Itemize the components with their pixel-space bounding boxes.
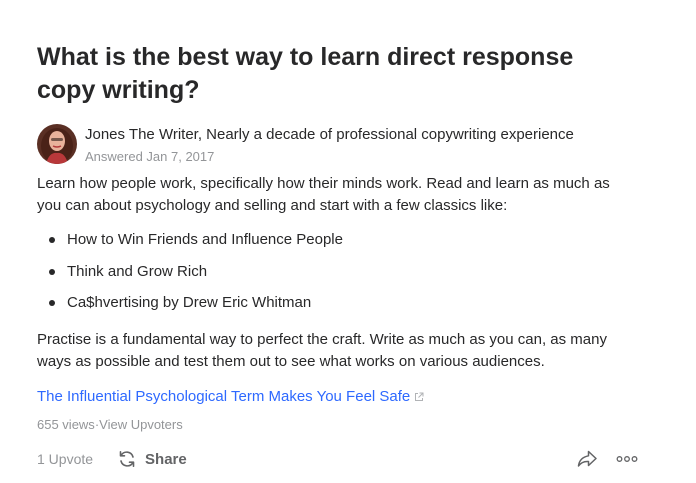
list-item-text: How to Win Friends and Influence People xyxy=(67,231,343,248)
forward-arrow-icon[interactable] xyxy=(576,449,598,469)
share-button[interactable]: Share xyxy=(117,449,187,469)
author-header: Jones The Writer, Nearly a decade of pro… xyxy=(37,124,574,166)
answer-page: What is the best way to learn direct res… xyxy=(0,0,696,483)
related-link[interactable]: The Influential Psychological Term Makes… xyxy=(37,386,424,408)
answered-date[interactable]: Answered Jan 7, 2017 xyxy=(85,148,574,165)
list-item-text: Ca$hvertising by Drew Eric Whitman xyxy=(67,294,312,311)
bullet-icon xyxy=(49,237,55,243)
answer-closing: Practise is a fundamental way to perfect… xyxy=(37,331,607,370)
list-item: Think and Grow Rich xyxy=(37,261,637,293)
view-upvoters-link[interactable]: View Upvoters xyxy=(99,416,183,434)
answer-stats: 655 views · View Upvoters xyxy=(37,416,183,434)
avatar-image xyxy=(37,124,77,164)
external-link-icon xyxy=(414,392,424,402)
book-list: How to Win Friends and Influence People … xyxy=(37,229,637,324)
list-item-text: Think and Grow Rich xyxy=(67,262,208,280)
share-label: Share xyxy=(145,450,187,468)
list-item: How to Win Friends and Influence People xyxy=(37,229,637,261)
more-dots-icon[interactable] xyxy=(616,455,638,463)
author-text: Jones The Writer, Nearly a decade of pro… xyxy=(85,126,574,165)
share-arrows-icon xyxy=(117,449,137,469)
avatar[interactable] xyxy=(37,124,77,164)
bullet-icon xyxy=(49,268,55,275)
answer-intro: Learn how people work, specifically how … xyxy=(37,175,610,214)
related-link-text[interactable]: The Influential Psychological Term Makes… xyxy=(37,386,410,408)
view-count: 655 views xyxy=(37,417,95,432)
upvote-button[interactable]: 1 Upvote xyxy=(37,451,93,467)
list-item: Ca$hvertising by Drew Eric Whitman xyxy=(37,292,637,324)
author-credential[interactable]: Jones The Writer, Nearly a decade of pro… xyxy=(85,126,574,144)
bullet-icon xyxy=(49,300,55,306)
action-bar: 1 Upvote Share xyxy=(37,447,638,471)
question-title[interactable]: What is the best way to learn direct res… xyxy=(37,41,637,107)
